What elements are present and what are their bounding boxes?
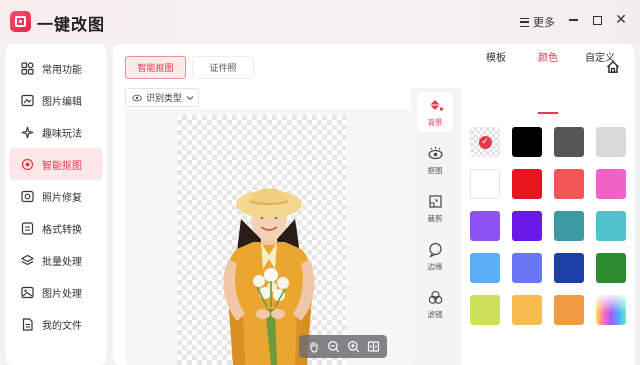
eye-icon [132,94,142,101]
zoom-in-icon[interactable] [347,340,360,353]
sidebar-item-label: 智能抠图 [42,160,82,172]
color-swatch-custom-picker[interactable] [596,295,626,325]
sidebar-item-label: 图片处理 [42,288,82,300]
more-label: 更多 [533,16,555,29]
color-swatch[interactable] [512,295,542,325]
tab-color[interactable]: 颜色 [538,49,558,64]
color-swatch[interactable] [554,253,584,283]
sidebar-item-image-edit[interactable]: 图片编辑 [9,84,103,116]
color-swatch[interactable] [554,295,584,325]
sidebar-item-label: 我的文件 [42,320,82,332]
color-swatch[interactable] [596,253,626,283]
app-logo-icon [10,11,31,32]
tab-smart-cutout[interactable]: 智能抠图 [125,56,186,79]
tab-id-photo[interactable]: 证件照 [192,56,254,79]
tool-label: 背景 [427,117,443,127]
tool-background[interactable]: 背景 [417,92,453,132]
active-tab-underline [538,112,558,114]
sidebar-item-fun[interactable]: 趣味玩法 [9,116,103,148]
sidebar-item-image-process[interactable]: 图片处理 [9,276,103,308]
tool-cutout[interactable]: 抠图 [417,140,453,180]
cutout-portrait-image [223,188,315,365]
sidebar-item-my-files[interactable]: 我的文件 [9,308,103,340]
convert-icon [21,221,34,235]
minimize-button[interactable] [565,12,581,28]
edge-bubble-icon [428,242,442,258]
sidebar-item-format-convert[interactable]: 格式转换 [9,212,103,244]
color-swatch[interactable] [554,211,584,241]
color-swatch[interactable] [512,253,542,283]
color-swatch[interactable] [554,169,584,199]
hand-pan-icon[interactable] [307,340,320,353]
check-icon: ✓ [478,135,492,149]
tool-edge[interactable]: 边缘 [417,236,453,276]
title-bar: 一键改图 更多 ✕ [0,0,640,44]
more-menu-button[interactable]: 更多 [520,14,555,30]
color-swatch[interactable] [596,211,626,241]
filter-circles-icon [428,290,442,304]
grid-icon [21,61,34,75]
canvas-zoom-toolbar [299,335,387,358]
sidebar-item-smart-cutout[interactable]: 智能抠图 [9,148,103,180]
maximize-button[interactable] [589,12,605,28]
tab-custom[interactable]: 自定义 [585,49,615,64]
picture-icon [21,286,34,299]
tool-label: 滤镜 [427,309,443,319]
color-swatch[interactable] [512,169,542,199]
color-swatch[interactable] [470,295,500,325]
sidebar-item-label: 趣味玩法 [42,128,82,140]
sidebar: 常用功能 图片编辑 趣味玩法 智能抠图 照片修复 格式转换 批量处理 图片处理 … [5,44,107,365]
menu-icon [520,17,529,27]
sidebar-item-label: 照片修复 [42,192,82,204]
color-swatch[interactable] [470,211,500,241]
sidebar-item-photo-repair[interactable]: 照片修复 [9,180,103,212]
file-icon [21,317,34,331]
sidebar-item-batch[interactable]: 批量处理 [9,244,103,276]
tool-label: 边缘 [427,261,443,271]
tool-label: 裁剪 [427,213,443,223]
chevron-down-icon [186,95,194,100]
sidebar-item-label: 格式转换 [42,224,82,236]
sidebar-item-label: 批量处理 [42,256,82,268]
app-title: 一键改图 [37,15,106,34]
sidebar-item-label: 图片编辑 [42,96,82,108]
color-swatch[interactable] [596,169,626,199]
tool-crop[interactable]: 裁剪 [417,188,453,228]
color-swatch[interactable] [512,211,542,241]
image-edit-icon [21,94,34,107]
repair-icon [21,190,34,203]
color-swatch[interactable] [512,127,542,157]
image-canvas[interactable] [125,109,411,365]
zoom-out-icon[interactable] [327,340,340,353]
cutout-icon [21,158,34,171]
recognize-type-dropdown[interactable]: 识别类型 [125,88,199,107]
tool-label: 抠图 [427,165,443,175]
eye-scan-icon [427,146,443,159]
compare-icon[interactable] [367,340,380,353]
tool-column: 背景 抠图 裁剪 边缘 滤镜 [411,88,461,365]
recognize-type-label: 识别类型 [146,94,183,104]
sidebar-item-common[interactable]: 常用功能 [9,52,103,84]
tool-filter[interactable]: 滤镜 [417,284,453,324]
sparkle-icon [21,126,34,139]
color-swatch-transparent-selected[interactable]: ✓ [470,127,500,157]
close-button[interactable]: ✕ [613,12,629,28]
layers-icon [21,254,34,267]
crop-icon [428,194,442,208]
sidebar-item-label: 常用功能 [42,64,82,76]
tab-template[interactable]: 模板 [486,49,506,64]
color-swatch[interactable] [596,127,626,157]
color-swatch[interactable] [554,127,584,157]
color-swatch[interactable] [470,253,500,283]
color-swatch[interactable] [470,169,500,199]
paint-bucket-icon [429,99,443,111]
